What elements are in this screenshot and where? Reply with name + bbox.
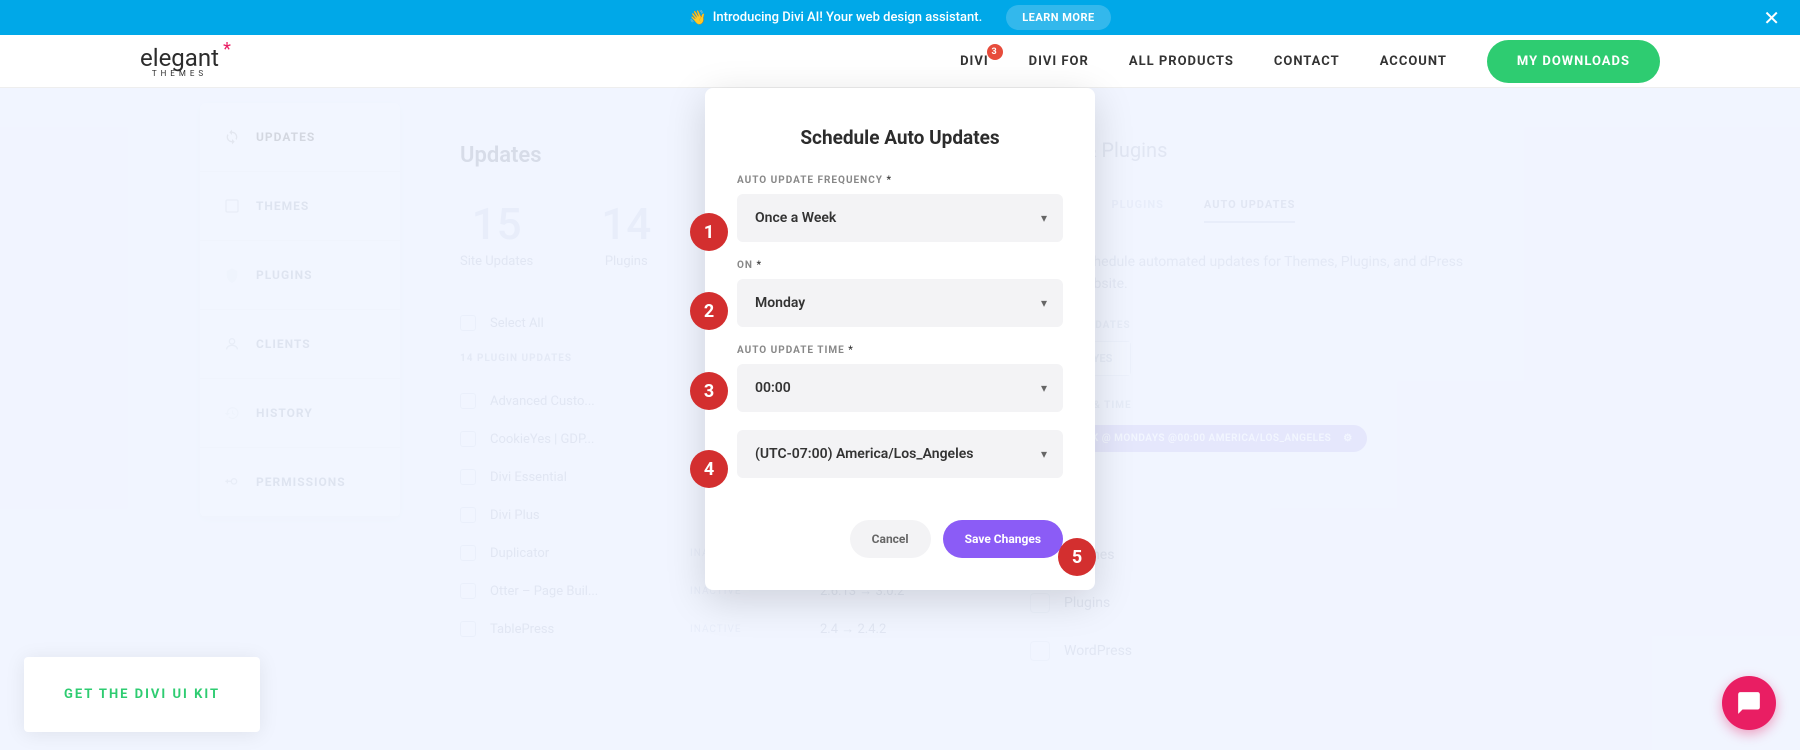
- timezone-select-wrap: (UTC-07:00) America/Los_Angeles ▾: [737, 430, 1063, 478]
- logo-sub: THEMES: [140, 69, 219, 78]
- frequency-select[interactable]: Once a Week: [737, 194, 1063, 242]
- frequency-label: AUTO UPDATE FREQUENCY *: [737, 175, 1063, 186]
- nav-divi-for[interactable]: DIVI FOR: [1029, 54, 1089, 69]
- logo-main: elegant: [140, 44, 219, 72]
- nav: DIVI3 DIVI FOR ALL PRODUCTS CONTACT ACCO…: [960, 40, 1660, 83]
- announcement-bar: 👋 Introducing Divi AI! Your web design a…: [0, 0, 1800, 35]
- main-header: elegant* THEMES DIVI3 DIVI FOR ALL PRODU…: [0, 35, 1800, 88]
- nav-contact[interactable]: CONTACT: [1274, 54, 1340, 69]
- annotation-marker-5: 5: [1058, 538, 1096, 576]
- annotation-marker-4: 4: [690, 450, 728, 488]
- modal-title: Schedule Auto Updates: [737, 126, 1063, 149]
- annotation-marker-1: 1: [690, 213, 728, 251]
- chat-button[interactable]: [1722, 676, 1776, 730]
- frequency-select-wrap: Once a Week ▾: [737, 194, 1063, 242]
- announcement-message: Introducing Divi AI! Your web design ass…: [713, 10, 982, 25]
- learn-more-button[interactable]: LEARN MORE: [1006, 5, 1111, 30]
- logo-asterisk-icon: *: [223, 39, 231, 60]
- save-changes-button[interactable]: Save Changes: [943, 520, 1063, 558]
- announcement-text: 👋 Introducing Divi AI! Your web design a…: [689, 5, 1110, 30]
- nav-account[interactable]: ACCOUNT: [1380, 54, 1447, 69]
- ui-kit-button[interactable]: GET THE DIVI UI KIT: [24, 657, 260, 732]
- day-select[interactable]: Monday: [737, 279, 1063, 327]
- nav-all-products[interactable]: ALL PRODUCTS: [1129, 54, 1234, 69]
- timezone-select[interactable]: (UTC-07:00) America/Los_Angeles: [737, 430, 1063, 478]
- time-select[interactable]: 00:00: [737, 364, 1063, 412]
- annotation-marker-3: 3: [690, 372, 728, 410]
- chat-icon: [1736, 690, 1762, 716]
- on-label: ON *: [737, 260, 1063, 271]
- wave-icon: 👋: [689, 10, 706, 26]
- modal-actions: Cancel Save Changes: [737, 520, 1063, 558]
- cancel-button[interactable]: Cancel: [850, 520, 931, 558]
- my-downloads-button[interactable]: MY DOWNLOADS: [1487, 40, 1660, 83]
- time-label: AUTO UPDATE TIME *: [737, 345, 1063, 356]
- nav-badge: 3: [987, 44, 1003, 60]
- on-select-wrap: Monday ▾: [737, 279, 1063, 327]
- schedule-modal: Schedule Auto Updates AUTO UPDATE FREQUE…: [705, 88, 1095, 590]
- close-announcement-button[interactable]: ✕: [1763, 6, 1780, 30]
- logo[interactable]: elegant* THEMES: [140, 44, 219, 78]
- nav-divi[interactable]: DIVI3: [960, 54, 989, 69]
- annotation-marker-2: 2: [690, 292, 728, 330]
- time-select-wrap: 00:00 ▾: [737, 364, 1063, 412]
